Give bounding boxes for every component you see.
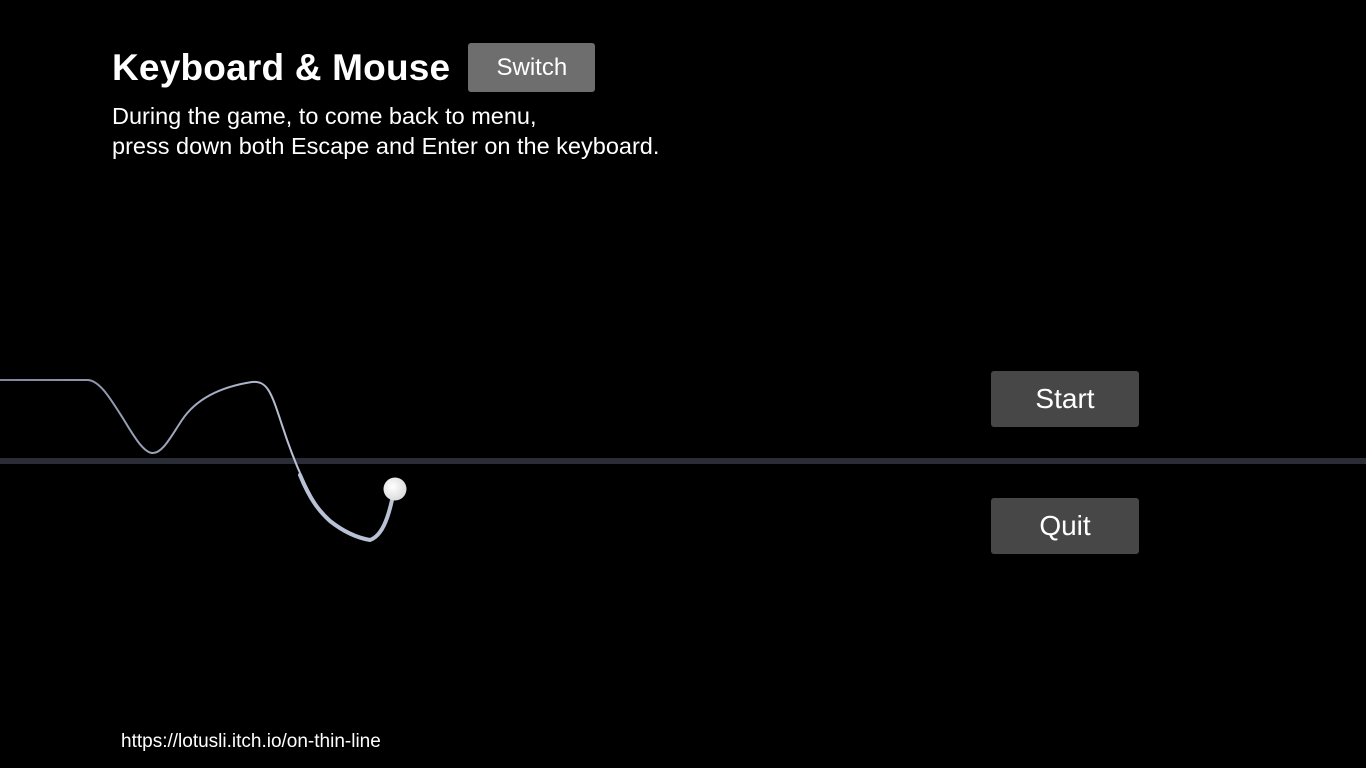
start-button[interactable]: Start <box>991 371 1139 427</box>
quit-button[interactable]: Quit <box>991 498 1139 554</box>
control-scheme-title: Keyboard & Mouse <box>112 46 451 88</box>
instructions-text: During the game, to come back to menu, p… <box>112 101 659 161</box>
header: Keyboard & Mouse Switch <box>112 43 596 92</box>
instructions-line-2: press down both Escape and Enter on the … <box>112 133 660 159</box>
instructions-line-1: During the game, to come back to menu, <box>112 103 537 129</box>
thin-line <box>0 458 1366 464</box>
player-ball <box>383 477 407 501</box>
player-trail-thick <box>298 473 398 542</box>
itch-link[interactable]: https://lotusli.itch.io/on-thin-line <box>121 731 381 753</box>
game-screen: Keyboard & Mouse Switch During the game,… <box>0 0 1366 768</box>
switch-button[interactable]: Switch <box>468 43 596 92</box>
